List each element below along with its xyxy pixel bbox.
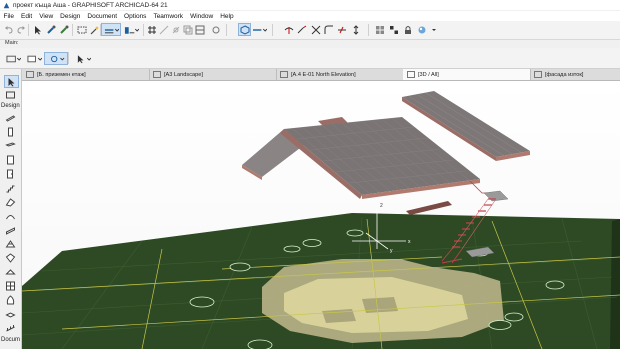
roof-tool[interactable] [4, 196, 17, 207]
column-tool[interactable] [4, 126, 17, 137]
window-tool[interactable] [4, 154, 17, 165]
beam-tool[interactable] [4, 140, 17, 151]
slab-tool[interactable] [4, 308, 17, 319]
skylight-tool[interactable] [4, 224, 17, 235]
marquee-tool[interactable] [4, 89, 17, 100]
fillet-icon[interactable] [323, 24, 334, 35]
tab-north-elevation[interactable]: [A.4 E-01 North Elevation] [276, 69, 404, 80]
pick-up-parameters-icon[interactable] [45, 24, 56, 35]
undo-icon[interactable] [3, 24, 14, 35]
object-tool[interactable] [4, 266, 17, 277]
selection-method-dropdown[interactable] [4, 53, 22, 64]
lock-icon[interactable] [402, 24, 413, 35]
morph-tool[interactable] [4, 252, 17, 263]
3d-model-canvas[interactable]: x y 2 [22, 81, 620, 349]
adjust-icon[interactable] [296, 24, 307, 35]
menu-window[interactable]: Window [187, 13, 217, 20]
menu-view[interactable]: View [36, 13, 57, 20]
arrow-settings-icon[interactable] [74, 53, 92, 64]
menu-edit[interactable]: Edit [17, 13, 35, 20]
split-icon[interactable] [283, 24, 294, 35]
tab-3d-all[interactable]: [3D / All] [403, 69, 531, 80]
trace-icon[interactable] [182, 24, 193, 35]
layout-icon[interactable] [194, 24, 205, 35]
menu-bar: File Edit View Design Document Options T… [0, 11, 620, 21]
shell-tool[interactable] [4, 210, 17, 221]
document-section-label: Docum [1, 337, 21, 343]
inject-parameters-icon[interactable] [58, 24, 69, 35]
magic-wand-icon[interactable] [88, 24, 99, 35]
trim-icon[interactable] [336, 24, 347, 35]
zone-tool[interactable] [4, 280, 17, 291]
elevation-icon [280, 71, 288, 78]
render-icon[interactable] [416, 24, 427, 35]
mesh-tool[interactable] [4, 294, 17, 305]
menu-file[interactable]: File [0, 13, 17, 20]
tab-a3-landscape[interactable]: [A3 Landscape] [149, 69, 277, 80]
ungroup-icon[interactable] [388, 24, 399, 35]
change-height-icon[interactable] [350, 24, 361, 35]
redo-icon[interactable] [15, 24, 26, 35]
gravity-button[interactable] [101, 23, 121, 36]
arrow-tool-icon[interactable] [32, 24, 43, 35]
teamwork-send-receive-icon[interactable] [250, 24, 268, 35]
geometry-method-dropdown[interactable] [26, 53, 42, 64]
grid-snap-icon[interactable] [146, 24, 157, 35]
menu-options[interactable]: Options [121, 13, 150, 20]
menu-document[interactable]: Document [84, 13, 121, 20]
info-box-toolbar [0, 48, 620, 69]
curtain-wall-tool[interactable] [4, 238, 17, 249]
title-bar: проект къща Аша - GRAPHISOFT ARCHICAD-64… [0, 0, 620, 10]
menu-design[interactable]: Design [57, 13, 84, 20]
teamwork-icon[interactable] [210, 24, 221, 35]
menu-teamwork[interactable]: Teamwork [150, 13, 187, 20]
layout-sheet-icon [153, 71, 161, 78]
group-icon[interactable] [374, 24, 385, 35]
layer-combination-icon[interactable] [122, 24, 140, 35]
main-roof [242, 117, 480, 199]
marquee-icon[interactable] [76, 24, 87, 35]
rotation-method-button[interactable] [44, 52, 68, 65]
design-section-label: Design [1, 103, 20, 109]
guide-lines-icon[interactable] [158, 24, 169, 35]
intersect-icon[interactable] [310, 24, 321, 35]
tab-east-facade[interactable]: [фасада изток] [530, 69, 620, 80]
floating-slab [406, 201, 452, 215]
wall-tool[interactable] [4, 112, 17, 123]
menu-help[interactable]: Help [217, 13, 237, 20]
window-title: проект къща Аша - GRAPHISOFT ARCHICAD-64… [13, 1, 168, 9]
3d-view-icon [407, 71, 415, 78]
suspend-groups-icon[interactable] [170, 24, 181, 35]
standard-toolbar [0, 21, 620, 40]
toolbox: Design Docum [0, 69, 22, 349]
railing-tool[interactable] [4, 322, 17, 333]
archicad-app-icon [3, 2, 10, 8]
tab-floor-plan[interactable]: [Б. приземен етаж] [22, 69, 150, 80]
door-tool[interactable] [4, 168, 17, 179]
view-tabs: [Б. приземен етаж] [A3 Landscape] [A.4 E… [22, 69, 620, 81]
more-options-icon[interactable] [428, 24, 439, 35]
model-level-label: 2 [380, 203, 383, 209]
floor-plan-icon [26, 71, 34, 78]
3d-viewport[interactable]: x y 2 [22, 81, 620, 349]
stair-tool[interactable] [4, 182, 17, 193]
elevation-icon [534, 71, 542, 78]
arrow-tool[interactable] [4, 75, 19, 88]
info-box-label: Main: [5, 40, 19, 46]
